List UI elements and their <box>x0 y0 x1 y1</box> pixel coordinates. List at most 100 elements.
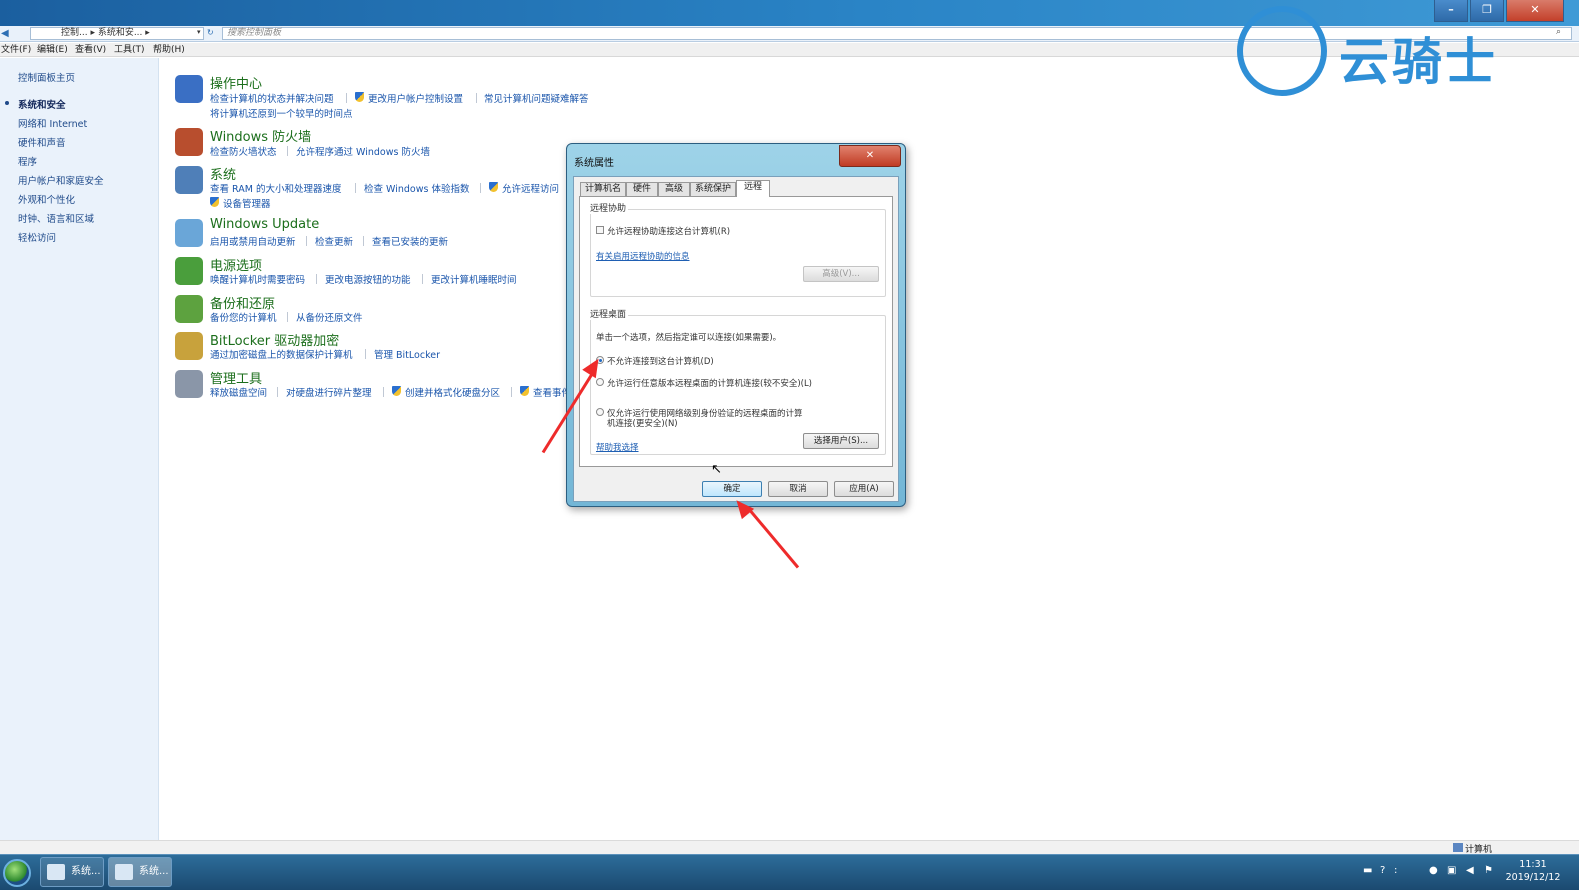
menu-edit[interactable]: 编辑(E) <box>37 43 68 57</box>
sidebar-item-programs[interactable]: 程序 <box>18 154 37 168</box>
status-bar: 计算机 <box>0 840 1579 855</box>
radio-allow-any-version[interactable] <box>596 378 604 386</box>
system-properties-dialog: 系统属性 ✕ 计算机名 硬件 高级 系统保护 远程 远程协助 允许远程协助连接这… <box>566 143 906 507</box>
chevron-down-icon[interactable]: ▾ <box>197 28 201 36</box>
select-users-button[interactable]: 选择用户(S)... <box>803 433 879 449</box>
computer-small-icon <box>1453 843 1463 852</box>
system-clock[interactable]: 11:31 2019/12/12 <box>1500 858 1566 884</box>
tray-expand-icon[interactable]: : <box>1394 865 1397 876</box>
link-separator <box>511 387 512 397</box>
tab-advanced[interactable]: 高级 <box>658 182 690 196</box>
category-link[interactable]: 检查计算机的状态并解决问题 <box>210 91 334 105</box>
remote-desktop-title: 远程桌面 <box>588 307 629 320</box>
remote-desktop-description: 单击一个选项，然后指定谁可以连接(如果需要)。 <box>596 333 782 343</box>
category-link[interactable]: 从备份还原文件 <box>296 310 363 324</box>
link-separator <box>383 387 384 397</box>
current-item-bullet <box>5 101 9 105</box>
help-me-choose-link[interactable]: 帮助我选择 <box>596 441 639 453</box>
uac-shield-icon <box>489 182 498 192</box>
category-link[interactable]: 通过加密磁盘上的数据保护计算机 <box>210 347 353 361</box>
tab-computer-name[interactable]: 计算机名 <box>580 182 626 196</box>
dialog-close-button[interactable]: ✕ <box>839 145 901 167</box>
category-title-action-center[interactable]: 操作中心 <box>210 73 262 92</box>
breadcrumb[interactable]: 控制... ▸ 系统和安... ▸ <box>30 27 204 40</box>
tray-network-icon[interactable]: ▣ <box>1447 865 1456 876</box>
category-link[interactable]: 允许程序通过 Windows 防火墙 <box>296 144 430 158</box>
knight-logo-icon <box>1237 6 1327 96</box>
taskbar-button-control-panel[interactable]: 系统... <box>40 857 104 887</box>
bitlocker-icon <box>175 332 203 360</box>
menu-file[interactable]: 文件(F) <box>1 43 31 57</box>
category-link[interactable]: 常见计算机问题疑难解答 <box>484 91 589 105</box>
tray-keyboard-icon[interactable]: ▬ <box>1363 865 1372 876</box>
sidebar-item-system-security[interactable]: 系统和安全 <box>18 97 66 111</box>
cancel-button[interactable]: 取消 <box>768 481 828 497</box>
sidebar-item-ease-of-access[interactable]: 轻松访问 <box>18 230 56 244</box>
category-link[interactable]: 启用或禁用自动更新 <box>210 234 296 248</box>
radio-allow-nla-label: 机连接(更安全)(N) <box>607 419 678 429</box>
category-link[interactable]: 设备管理器 <box>223 196 271 210</box>
dialog-body: 计算机名 硬件 高级 系统保护 远程 远程协助 允许远程协助连接这台计算机(R)… <box>573 176 899 502</box>
backup-icon <box>175 295 203 323</box>
link-separator <box>476 93 477 103</box>
admin-tools-icon <box>175 370 203 398</box>
category-link[interactable]: 创建并格式化硬盘分区 <box>405 385 500 399</box>
menu-tools[interactable]: 工具(T) <box>114 43 145 57</box>
menu-help[interactable]: 帮助(H) <box>153 43 185 57</box>
category-title-windows-update[interactable]: Windows Update <box>210 217 319 232</box>
category-link[interactable]: 查看 RAM 的大小和处理器速度 <box>210 181 341 195</box>
category-link[interactable]: 释放磁盘空间 <box>210 385 267 399</box>
sidebar-item-hardware[interactable]: 硬件和声音 <box>18 135 66 149</box>
watermark-logo: 云骑士 <box>1237 2 1567 100</box>
apply-button[interactable]: 应用(A) <box>834 481 894 497</box>
category-link[interactable]: 唤醒计算机时需要密码 <box>210 272 305 286</box>
back-arrow-icon[interactable]: ◀ <box>1 28 9 39</box>
link-separator <box>287 312 288 322</box>
tray-volume-icon[interactable]: ◀ <box>1466 865 1474 876</box>
tab-hardware[interactable]: 硬件 <box>626 182 658 196</box>
menu-view[interactable]: 查看(V) <box>75 43 106 57</box>
ok-button[interactable]: 确定 <box>702 481 762 497</box>
control-panel-icon <box>47 864 65 880</box>
category-link[interactable]: 对硬盘进行碎片整理 <box>286 385 372 399</box>
taskbar-button-system-properties[interactable]: 系统... <box>108 857 172 887</box>
uac-shield-icon <box>355 92 364 102</box>
link-separator <box>287 146 288 156</box>
allow-remote-assistance-checkbox[interactable] <box>596 226 604 234</box>
category-link[interactable]: 查看已安装的更新 <box>372 234 448 248</box>
refresh-icon[interactable]: ↻ <box>207 28 214 37</box>
sidebar-item-user-accounts[interactable]: 用户帐户和家庭安全 <box>18 173 104 187</box>
tray-help-icon[interactable]: ? <box>1380 865 1385 876</box>
sidebar-item-appearance[interactable]: 外观和个性化 <box>18 192 75 206</box>
firewall-icon <box>175 128 203 156</box>
radio-allow-nla-only[interactable] <box>596 408 604 416</box>
category-link[interactable]: 更改计算机睡眠时间 <box>431 272 517 286</box>
category-link[interactable]: 更改电源按钮的功能 <box>325 272 411 286</box>
tab-remote[interactable]: 远程 <box>736 180 770 197</box>
uac-shield-icon <box>392 386 401 396</box>
remote-assistance-info-link[interactable]: 有关启用远程协助的信息 <box>596 250 690 262</box>
sidebar-item-network[interactable]: 网络和 Internet <box>18 116 87 130</box>
link-separator <box>480 183 481 193</box>
advanced-button[interactable]: 高级(V)... <box>803 266 879 282</box>
link-separator <box>365 349 366 359</box>
link-separator <box>316 274 317 284</box>
power-icon <box>175 257 203 285</box>
link-separator <box>422 274 423 284</box>
category-link[interactable]: 检查防火墙状态 <box>210 144 277 158</box>
category-link[interactable]: 管理 BitLocker <box>374 347 440 361</box>
category-link[interactable]: 备份您的计算机 <box>210 310 277 324</box>
category-link[interactable]: 检查 Windows 体验指数 <box>364 181 469 195</box>
tab-system-protection[interactable]: 系统保护 <box>690 182 736 196</box>
category-link[interactable]: 允许远程访问 <box>502 181 559 195</box>
sidebar-item-home[interactable]: 控制面板主页 <box>18 70 75 84</box>
sidebar-item-clock-region[interactable]: 时钟、语言和区域 <box>18 211 94 225</box>
category-title-firewall[interactable]: Windows 防火墙 <box>210 126 311 145</box>
category-link[interactable]: 检查更新 <box>315 234 353 248</box>
tray-flag-icon[interactable]: ⚑ <box>1484 865 1493 876</box>
start-button-icon[interactable] <box>3 859 31 887</box>
category-link[interactable]: 将计算机还原到一个较早的时间点 <box>210 106 353 120</box>
category-link[interactable]: 更改用户帐户控制设置 <box>368 91 463 105</box>
tray-security-icon[interactable]: ● <box>1429 865 1438 876</box>
taskbar-button-label: 系统... <box>139 866 169 877</box>
